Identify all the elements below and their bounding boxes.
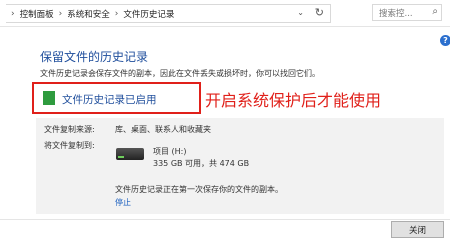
close-button[interactable]: 关闭 xyxy=(391,221,444,238)
breadcrumb-separator-icon: › xyxy=(11,8,15,19)
help-icon[interactable]: ? xyxy=(440,35,450,46)
drive-icon xyxy=(116,148,144,160)
drive-space: 335 GB 可用，共 474 GB xyxy=(153,159,250,168)
page-title: 保留文件的历史记录 xyxy=(40,50,149,64)
breadcrumb[interactable]: › 控制面板 › 系统和安全 › 文件历史记录 ⌄ ↻ xyxy=(6,4,331,23)
breadcrumb-separator-icon: › xyxy=(58,8,63,19)
target-label: 将文件复制到: xyxy=(44,141,95,150)
breadcrumb-item-file-history[interactable]: 文件历史记录 xyxy=(123,8,174,20)
breadcrumb-separator-icon: › xyxy=(114,8,119,19)
address-bar: › 控制面板 › 系统和安全 › 文件历史记录 ⌄ ↻ 搜索控... ⌕ xyxy=(0,0,450,27)
stop-link[interactable]: 停止 xyxy=(115,197,131,208)
chevron-down-icon[interactable]: ⌄ xyxy=(297,8,304,17)
refresh-icon[interactable]: ↻ xyxy=(315,6,324,19)
search-input[interactable]: 搜索控... ⌕ xyxy=(372,4,442,21)
drive-name: 项目 (H:) xyxy=(153,147,187,156)
search-placeholder: 搜索控... xyxy=(379,8,413,19)
status-text: 文件历史记录已启用 xyxy=(62,94,157,106)
source-value: 库、桌面、联系人和收藏夹 xyxy=(115,125,211,134)
breadcrumb-item-control-panel[interactable]: 控制面板 xyxy=(20,8,54,20)
footer-divider xyxy=(0,219,450,220)
annotation-text: 开启系统保护后才能使用 xyxy=(205,91,382,110)
progress-text: 文件历史记录正在第一次保存你的文件的副本。 xyxy=(115,185,283,194)
search-icon[interactable]: ⌕ xyxy=(432,6,438,17)
breadcrumb-item-system-security[interactable]: 系统和安全 xyxy=(67,8,110,20)
status-highlight-box: 文件历史记录已启用 xyxy=(32,82,201,114)
details-panel: 文件复制来源: 库、桌面、联系人和收藏夹 将文件复制到: 项目 (H:) 335… xyxy=(36,118,444,214)
page-description: 文件历史记录会保存文件的副本，因此在文件丢失或损坏时，你可以找回它们。 xyxy=(40,69,320,78)
source-label: 文件复制来源: xyxy=(44,125,95,134)
status-enabled-icon xyxy=(43,91,55,105)
